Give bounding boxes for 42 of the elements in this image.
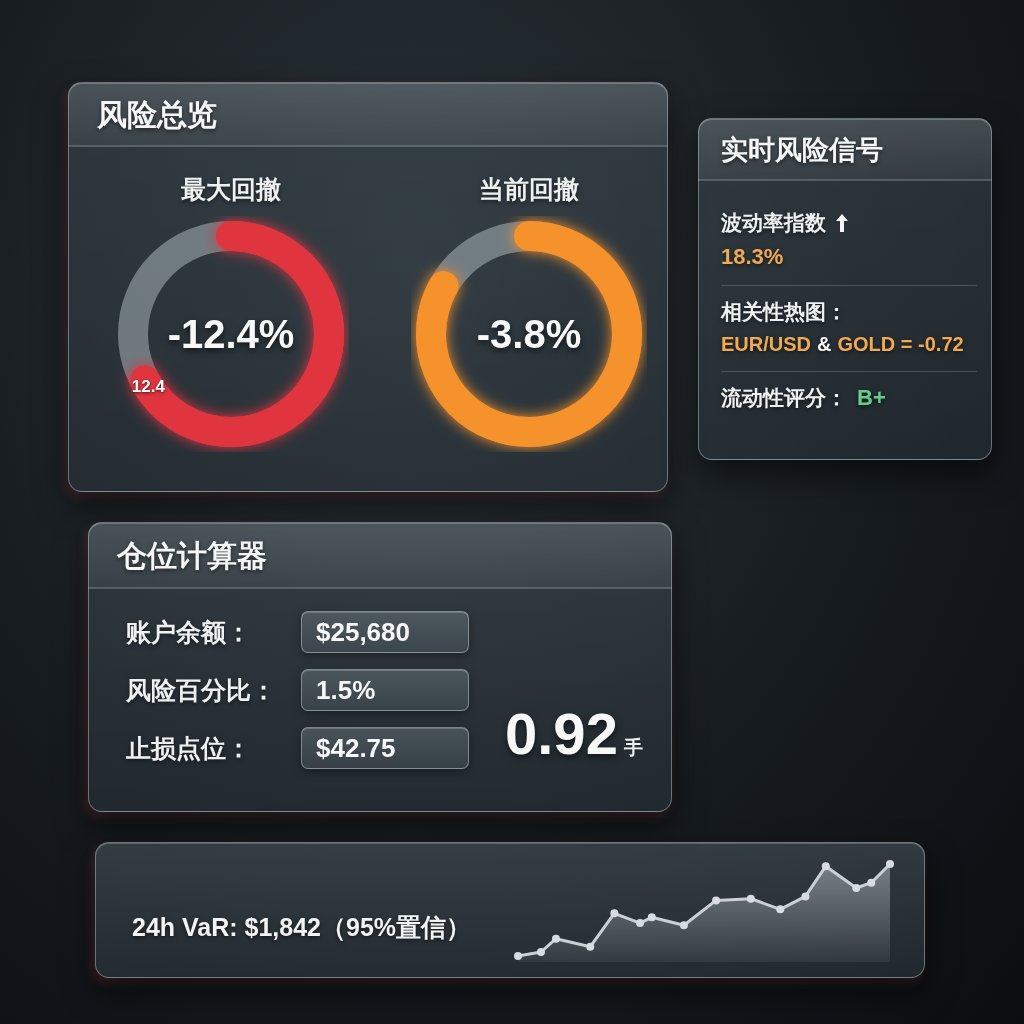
- signal-value: 18.3%: [721, 243, 784, 271]
- data-point: [647, 913, 656, 922]
- data-point: [746, 894, 755, 903]
- data-point: [821, 862, 830, 871]
- arc-end-label: 12.4: [131, 377, 165, 398]
- lot-unit: 手: [623, 736, 643, 760]
- data-point: [636, 919, 645, 928]
- data-point: [712, 896, 721, 905]
- correlation-term: GOLD = -0.72: [837, 331, 964, 357]
- gauge-value: -3.8%: [476, 311, 582, 357]
- card-title: 实时风险信号: [721, 133, 883, 167]
- card-title: 风险总览: [97, 97, 217, 133]
- card-title: 仓位计算器: [117, 538, 267, 574]
- joiner-text: &: [817, 331, 832, 357]
- gauge-label: 最大回撤: [181, 174, 281, 205]
- correlation-term: EUR/USD: [721, 331, 811, 357]
- data-point: [867, 878, 876, 887]
- var-text: 24h VaR: $1,842（95%置信）: [132, 911, 472, 943]
- data-point: [537, 948, 545, 956]
- gauge-value: -12.4%: [167, 311, 295, 357]
- data-point: [679, 921, 688, 930]
- input-field[interactable]: $42.75: [301, 727, 469, 769]
- data-point: [886, 860, 894, 868]
- field-label: 止损点位：: [126, 732, 251, 764]
- data-point: [776, 905, 785, 914]
- field-label: 账户余额：: [126, 616, 251, 648]
- input-field[interactable]: 1.5%: [301, 669, 469, 711]
- signal-label: 相关性热图：: [721, 298, 847, 325]
- field-label: 风险百分比：: [126, 674, 276, 706]
- data-point: [514, 952, 522, 960]
- up-arrow-icon: [836, 214, 848, 232]
- signal-label: 波动率指数: [721, 210, 826, 236]
- data-point: [586, 942, 595, 951]
- data-point: [610, 909, 619, 918]
- data-point: [852, 884, 861, 892]
- lot-size-value: 0.92: [505, 700, 618, 767]
- signal-label: 流动性评分：: [721, 384, 847, 411]
- data-point: [552, 934, 560, 943]
- gauge-label: 当前回撤: [479, 174, 579, 205]
- signal-value: B+: [857, 383, 886, 412]
- input-field[interactable]: $25,680: [301, 611, 469, 653]
- data-point: [801, 892, 810, 901]
